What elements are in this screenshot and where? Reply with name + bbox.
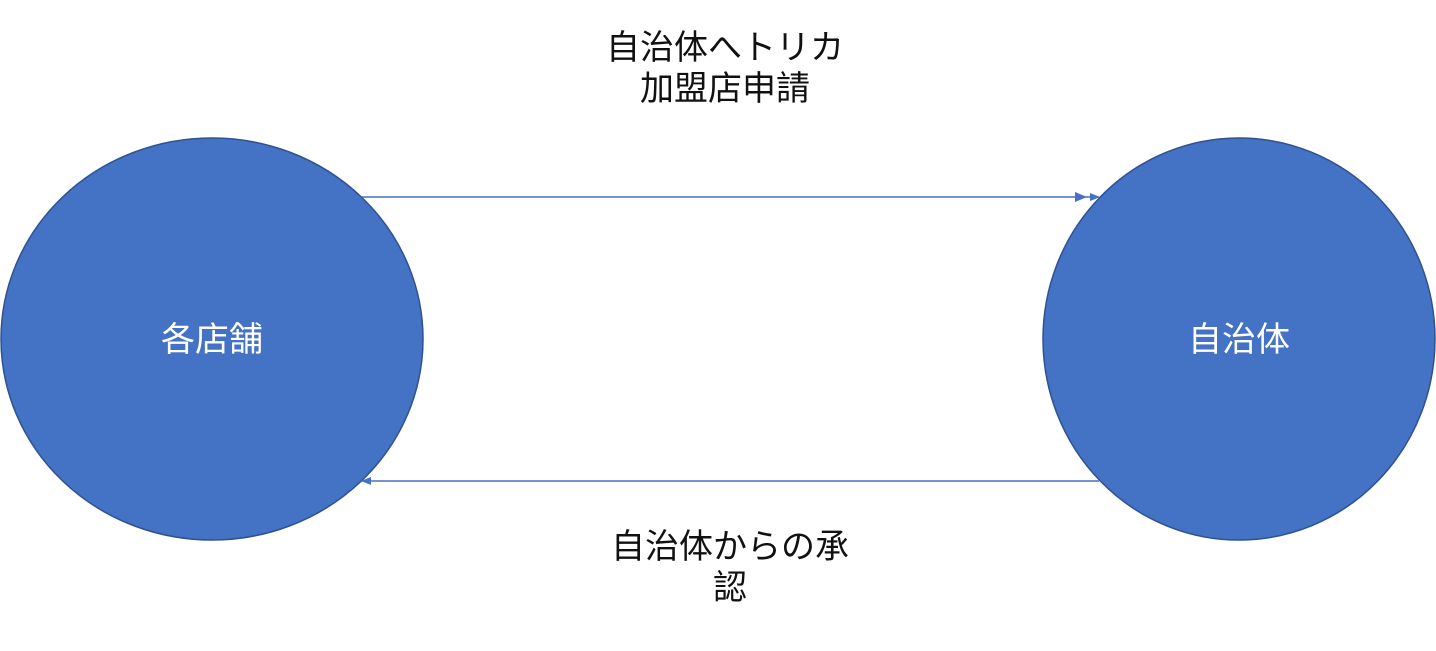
municipality-node-label: 自治体 [1188, 320, 1290, 360]
approval-label: 自治体からの承 認 [611, 527, 849, 609]
application-arrowhead-icon [1075, 192, 1087, 202]
application-label: 自治体へトリカ 加盟店申請 [606, 28, 844, 110]
stores-node-label: 各店舗 [161, 320, 263, 360]
